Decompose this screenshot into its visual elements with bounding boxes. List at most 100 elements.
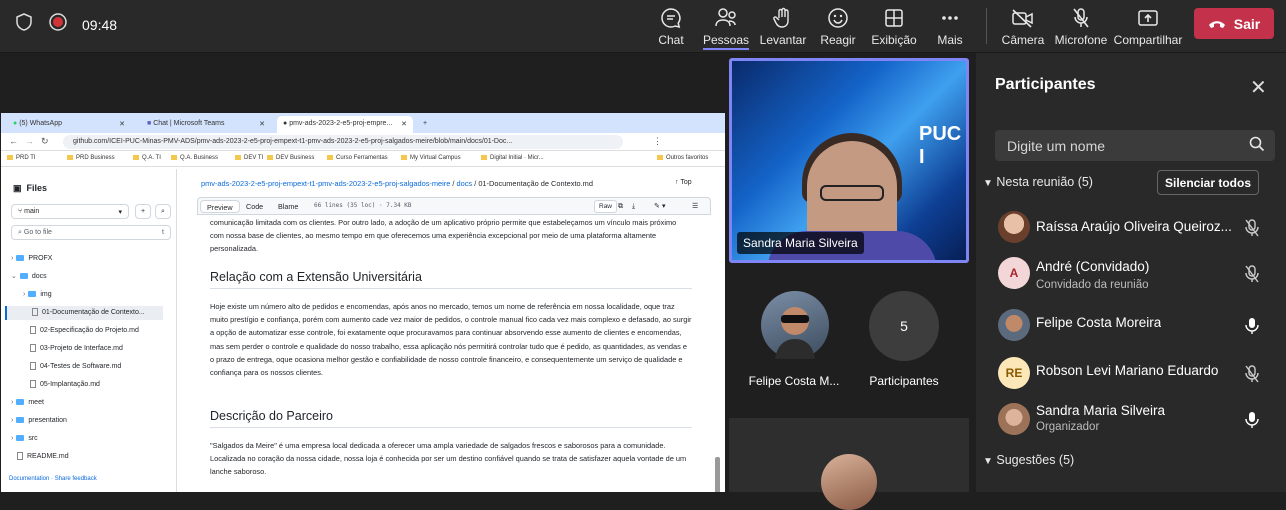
video-person-glasses [820, 185, 884, 201]
tab-blame[interactable]: Blame [278, 202, 298, 211]
search-icon[interactable]: ⌕ [155, 204, 171, 219]
chevron-down-icon: ▾ [118, 209, 122, 216]
participant-row[interactable]: Raíssa Araújo Oliveira Queiroz... [995, 205, 1280, 245]
mic-off-icon [1069, 6, 1093, 30]
chevron-down-icon: ▼ [983, 178, 993, 189]
raw-button[interactable]: Raw [594, 200, 618, 213]
view-button[interactable]: Exibição [871, 4, 917, 50]
mic-icon[interactable] [1245, 317, 1259, 340]
chat-icon [659, 6, 683, 30]
bookmark[interactable]: Q.A. Business [171, 155, 218, 161]
bookmark[interactable]: Digital Initial · Micr... [481, 155, 544, 161]
bookmark[interactable]: PRD Business [67, 155, 115, 161]
video-tile-partial[interactable] [729, 418, 969, 510]
raise-hand-button[interactable]: Levantar [760, 4, 806, 50]
file-header: Preview Code Blame 66 lines (35 loc) · 7… [197, 197, 711, 215]
people-button[interactable]: Pessoas [703, 4, 749, 50]
files-heading: ▣ Files [13, 183, 48, 193]
section-heading: Descrição do Parceiro [210, 409, 333, 423]
browser-tab-strip: ● (5) WhatsApp ✕ ■ Chat | Microsoft Teams… [1, 113, 725, 133]
participants-count-tile[interactable]: 5 [869, 291, 939, 361]
outline-icon[interactable]: ☰ [692, 201, 698, 210]
extensions-icon[interactable]: ⋮ [653, 136, 662, 147]
more-button[interactable]: Mais [934, 4, 966, 50]
tab-preview[interactable]: Preview [200, 200, 240, 213]
reload-icon[interactable]: ↻ [41, 136, 49, 147]
browser-tab-active[interactable]: ● pmv-ads-2023-2-e5-proj-empre... ✕ [277, 116, 413, 133]
breadcrumb: pmv-ads-2023-2-e5-proj-empext-t1-pmv-ads… [201, 179, 593, 188]
tree-item[interactable]: ⌄ docs [11, 270, 181, 284]
avatar [998, 211, 1030, 243]
camera-button[interactable]: Câmera [1001, 4, 1045, 50]
active-speaker-video[interactable]: PUC I Sandra Maria Silveira [729, 58, 969, 263]
bookmark[interactable]: Curso Ferramentas [327, 155, 388, 161]
bookmark[interactable]: Q.A. TI [133, 155, 161, 161]
scrollbar[interactable] [715, 457, 720, 492]
mic-muted-icon[interactable] [1245, 265, 1259, 288]
go-to-file-input[interactable]: ⌕ Go to file t [11, 225, 171, 240]
tree-item[interactable]: › src [11, 432, 181, 446]
microphone-button[interactable]: Microfone [1055, 4, 1107, 50]
mute-all-button[interactable]: Silenciar todos [1157, 170, 1259, 195]
tree-item[interactable]: README.md [17, 450, 187, 464]
chat-button[interactable]: Chat [654, 4, 688, 50]
background-logo: PUC I [919, 123, 962, 168]
tree-item[interactable]: 03-Projeto de Interface.md [30, 342, 200, 356]
raise-hand-icon [771, 6, 795, 30]
sidebar-toggle-icon[interactable]: ▣ [13, 183, 22, 193]
docs-footer-link[interactable]: Documentation · Share feedback [9, 476, 97, 482]
new-tab-button[interactable]: + [417, 116, 433, 133]
toolbar-divider [986, 8, 987, 44]
tree-item[interactable]: › PROFX [11, 252, 181, 266]
share-icon [1136, 6, 1160, 30]
participant-row[interactable]: A André (Convidado) Convidado da reunião [995, 251, 1280, 291]
participant-search-input[interactable]: Digite um nome [995, 130, 1275, 161]
react-button[interactable]: Reagir [820, 4, 856, 50]
avatar [998, 403, 1030, 435]
mic-muted-icon[interactable] [1245, 219, 1259, 242]
mic-muted-icon[interactable] [1245, 365, 1259, 388]
leave-button[interactable]: Sair [1194, 8, 1274, 39]
participant-row[interactable]: RE Robson Levi Mariano Eduardo [995, 351, 1280, 391]
forward-icon[interactable]: → [25, 136, 34, 146]
top-link[interactable]: ↑ Top [675, 179, 692, 186]
tree-item[interactable]: › presentation [11, 414, 181, 428]
participant-row[interactable]: Sandra Maria Silveira Organizador [995, 397, 1280, 437]
tree-item[interactable]: 02-Especificação do Projeto.md [30, 324, 200, 338]
browser-tab[interactable]: ● (5) WhatsApp ✕ [7, 116, 131, 133]
bookmark[interactable]: PRD TI [7, 155, 36, 161]
tree-item[interactable]: 04-Testes de Software.md [30, 360, 200, 374]
mic-icon[interactable] [1245, 411, 1259, 434]
close-icon[interactable]: ✕ [1250, 75, 1267, 100]
meeting-status: 09:48 [14, 12, 117, 37]
tree-item[interactable]: › meet [11, 396, 181, 410]
recording-icon [48, 12, 68, 37]
download-icon[interactable]: ⤓ [632, 201, 635, 211]
bookmark[interactable]: Outros favoritos [657, 155, 708, 161]
tree-item[interactable]: › img [23, 288, 193, 302]
participant-avatar-felipe[interactable] [761, 291, 829, 359]
bookmark[interactable]: DEV Business [267, 155, 314, 161]
add-file-button[interactable]: + [135, 204, 151, 219]
tree-item[interactable]: 05-Implantação.md [30, 378, 200, 392]
meeting-toolbar: 09:48 Chat Pessoas Levantar Reagir Exibi… [0, 0, 1286, 53]
share-button[interactable]: Compartilhar [1114, 4, 1182, 50]
copy-icon[interactable]: ⧉ [618, 201, 623, 211]
tree-item-selected[interactable]: 01-Documentação de Contexto... [5, 306, 163, 320]
back-icon[interactable]: ← [9, 136, 18, 146]
in-meeting-section-toggle[interactable]: ▼ Nesta reunião (5) [983, 175, 1093, 189]
people-icon [714, 6, 738, 30]
browser-tab[interactable]: ■ Chat | Microsoft Teams ✕ [141, 116, 271, 133]
participant-row[interactable]: Felipe Costa Moreira [995, 303, 1280, 343]
bookmark[interactable]: DEV TI [235, 155, 263, 161]
tab-code[interactable]: Code [246, 202, 263, 211]
branch-icon: ⑂ [18, 208, 23, 215]
url-field[interactable]: github.com/ICEI-PUC-Minas-PMV-ADS/pmv-ad… [63, 135, 623, 149]
edit-icon[interactable]: ✎ ▾ [654, 201, 666, 210]
bookmark[interactable]: My Virtual Campus [401, 155, 461, 161]
browser-address-bar: ← → ↻ github.com/ICEI-PUC-Minas-PMV-ADS/… [1, 133, 725, 151]
branch-selector[interactable]: ⑂ main ▾ [11, 204, 129, 219]
github-file-view: pmv-ads-2023-2-e5-proj-empext-t1-pmv-ads… [191, 169, 720, 492]
suggestions-section-toggle[interactable]: ▼ Sugestões (5) [983, 453, 1074, 467]
participants-panel: Participantes ✕ Digite um nome ▼ Nesta r… [976, 53, 1286, 492]
